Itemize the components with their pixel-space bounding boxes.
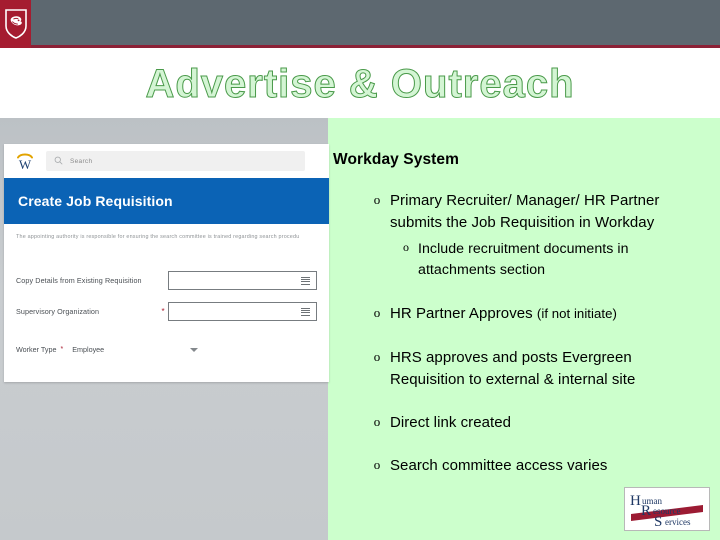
svg-text:W: W [19,157,32,172]
workday-w-logo-icon: W [12,148,38,174]
slide-canvas: Advertise & Outreach Workday System o Pr… [0,0,720,540]
list-item: o Direct link created [328,412,720,434]
form-field-copy-details: Copy Details from Existing Requisition [16,271,317,291]
list-item-label: HRS approves and posts Evergreen Requisi… [390,348,636,388]
bullet-marker-icon: o [373,413,381,429]
worker-type-value[interactable]: Employee [72,345,104,354]
bullet-marker-icon: o [373,348,381,364]
list-item-label: Direct link created [390,413,511,431]
required-marker: * [161,307,165,317]
list-item: o Include recruitment documents in attac… [328,239,720,281]
wsu-cougar-shield-icon [0,0,31,48]
hrs-logo: H uman R esource S ervices [624,487,710,531]
svg-text:H: H [630,493,641,509]
list-item-text-main: HR Partner Approves [390,305,537,323]
supervisory-organization-input[interactable] [168,302,317,322]
search-placeholder: Search [70,157,93,165]
svg-text:R: R [641,503,651,519]
content-panel: Workday System o Primary Recruiter/ Mana… [328,118,720,540]
form-instruction-text: The appointing authority is responsible … [16,234,300,240]
list-item: o HR Partner Approves (if not initiate) [328,303,720,325]
list-item-label: Include recruitment documents in attachm… [418,241,629,279]
form-field-supervisory-organization: Supervisory Organization * [16,302,317,322]
workday-screenshot: W Search Create Job Requisition The appo… [4,144,329,382]
list-item-label: Search committee access varies [390,457,608,475]
form-field-label: Copy Details from Existing Requisition [16,276,142,286]
workday-page-banner: Create Job Requisition [4,178,329,224]
bullet-marker-icon: o [403,240,409,255]
list-item-text-note: (if not initiate) [536,306,617,322]
list-item: o HRS approves and posts Evergreen Requi… [328,347,720,391]
list-menu-icon[interactable] [301,276,310,285]
list-menu-icon[interactable] [301,307,310,316]
required-marker: * [60,346,64,354]
svg-text:ervices: ervices [665,517,691,527]
bullet-list: o Primary Recruiter/ Manager/ HR Partner… [328,190,720,498]
chevron-down-icon[interactable] [190,347,199,352]
page-title: Advertise & Outreach [145,62,575,107]
search-input[interactable]: Search [46,151,305,171]
panel-heading: Workday System [333,151,460,168]
list-item-label: HR Partner Approves (if not initiate) [390,303,720,325]
bullet-marker-icon: o [373,192,381,207]
header-bar [0,0,720,45]
copy-details-input[interactable] [168,271,317,291]
form-field-label: Supervisory Organization [16,307,100,317]
list-item: o Search committee access varies [328,455,720,477]
workday-form: The appointing authority is responsible … [4,224,329,382]
form-field-worker-type: Worker Type * Employee [16,345,317,354]
svg-text:S: S [654,514,662,530]
workday-page-title: Create Job Requisition [18,193,173,209]
search-icon [54,152,63,170]
list-item-label: Primary Recruiter/ Manager/ HR Partner s… [390,192,660,232]
bullet-marker-icon: o [373,305,381,321]
header-accent-rule [0,45,720,48]
bullet-marker-icon: o [373,457,381,473]
worker-type-label: Worker Type [16,345,57,355]
list-item: o Primary Recruiter/ Manager/ HR Partner… [328,190,720,234]
workday-topbar: W Search [4,144,329,178]
